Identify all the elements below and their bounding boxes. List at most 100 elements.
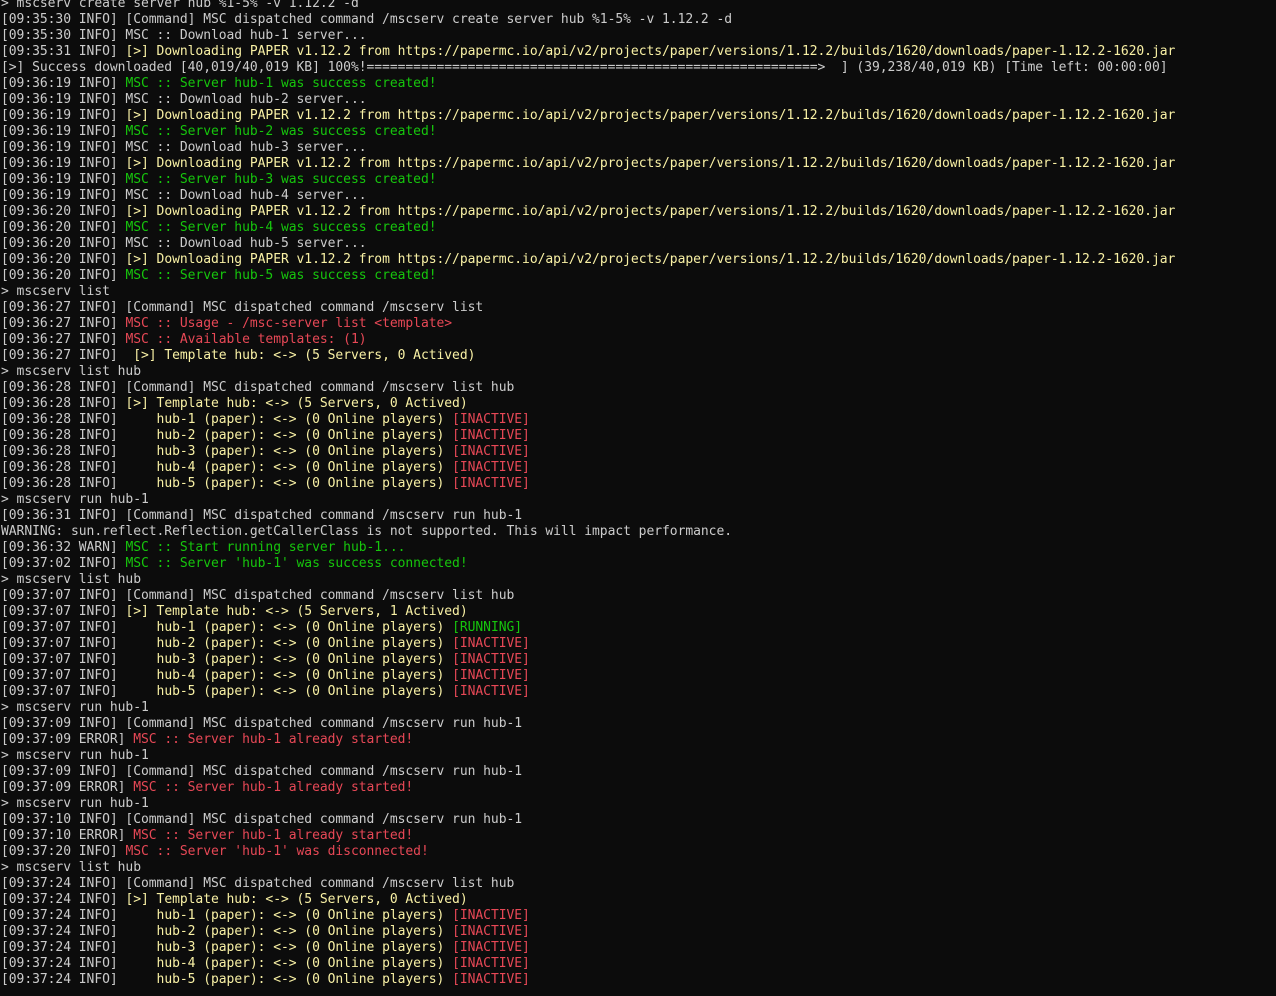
console-text: [09:37:09 ERROR] [1,780,134,795]
console-text: MSC :: Server hub-1 already started! [133,828,414,843]
console-text: hub-5 (paper): <-> (0 Online players) [156,972,453,987]
console-text: hub-3 (paper): <-> (0 Online players) [156,652,453,667]
console-text: [INACTIVE] [452,460,530,475]
console-text: MSC :: Server 'hub-1' was disconnected! [125,844,429,859]
console-text: > mscserv create server hub %1-5% -v 1.1… [1,0,359,11]
console-line: > mscserv list hub [1,364,1276,380]
console-text: [09:36:20 INFO] [1,268,126,283]
console-text: [INACTIVE] [452,668,530,683]
console-text: [>] Downloading PAPER v1.12.2 from https… [125,156,1176,171]
console-text: [INACTIVE] [452,956,530,971]
console-line: [09:36:27 INFO] [>] Template hub: <-> (5… [1,348,1276,364]
console-text: [INACTIVE] [452,476,530,491]
console-text: [09:36:31 INFO] [Command] MSC dispatched… [1,508,523,523]
console-line: [09:37:24 INFO] [>] Template hub: <-> (5… [1,892,1276,908]
console-text: [09:36:28 INFO] [1,476,157,491]
console-line: [09:37:09 INFO] [Command] MSC dispatched… [1,764,1276,780]
console-line: [09:36:19 INFO] MSC :: Server hub-1 was … [1,76,1276,92]
console-line: [09:35:30 INFO] MSC :: Download hub-1 se… [1,28,1276,44]
console-text: [09:37:02 INFO] [1,556,126,571]
console-text: [>] Success downloaded [40,019/40,019 KB… [1,60,1168,75]
console-line: [09:36:28 INFO] hub-2 (paper): <-> (0 On… [1,428,1276,444]
console-text: [INACTIVE] [452,924,530,939]
console-line: [09:37:24 INFO] hub-5 (paper): <-> (0 On… [1,972,1276,988]
console-text: > mscserv list hub [1,860,141,875]
console-text: [09:36:19 INFO] [1,172,126,187]
console-text: hub-3 (paper): <-> (0 Online players) [156,940,453,955]
console-text: [09:35:30 INFO] [Command] MSC dispatched… [1,12,733,27]
console-line: [09:37:07 INFO] hub-3 (paper): <-> (0 On… [1,652,1276,668]
console-text: MSC :: Server hub-5 was success created! [125,268,437,283]
console-line: [>] Success downloaded [40,019/40,019 KB… [1,60,1276,76]
console-text: [09:37:24 INFO] [1,908,157,923]
console-text: [09:36:28 INFO] [1,412,157,427]
console-text: [INACTIVE] [452,412,530,427]
console-line: [09:35:30 INFO] [Command] MSC dispatched… [1,12,1276,28]
console-line: [09:36:28 INFO] [Command] MSC dispatched… [1,380,1276,396]
console-text: MSC :: Server hub-4 was success created! [125,220,437,235]
console-text: [09:36:27 INFO] [1,332,126,347]
console-text: [RUNNING] [452,620,523,635]
console-text: [09:37:10 ERROR] [1,828,134,843]
console-text: [09:36:20 INFO] [1,204,126,219]
console-line: [09:37:09 ERROR] MSC :: Server hub-1 alr… [1,780,1276,796]
console-text: hub-5 (paper): <-> (0 Online players) [156,476,453,491]
console-text: > mscserv run hub-1 [1,492,149,507]
console-text: [09:37:24 INFO] [1,892,126,907]
console-text: [INACTIVE] [452,940,530,955]
console-line: [09:36:28 INFO] hub-5 (paper): <-> (0 On… [1,476,1276,492]
console-line: > mscserv create server hub %1-5% -v 1.1… [1,0,1276,12]
console-text: > mscserv run hub-1 [1,700,149,715]
console-text: hub-2 (paper): <-> (0 Online players) [156,636,453,651]
console-line: [09:37:24 INFO] hub-1 (paper): <-> (0 On… [1,908,1276,924]
console-text: [09:36:19 INFO] [1,124,126,139]
console-line: > mscserv run hub-1 [1,492,1276,508]
console-text: [>] Downloading PAPER v1.12.2 from https… [125,108,1176,123]
console-text: [09:37:09 INFO] [Command] MSC dispatched… [1,716,523,731]
console-text: [09:37:24 INFO] [1,972,157,987]
console-text: MSC :: Usage - /msc-server list <templat… [125,316,453,331]
console-text: [09:36:19 INFO] [1,156,126,171]
console-text: [09:37:07 INFO] [1,668,157,683]
console-text: [09:36:19 INFO] [1,108,126,123]
console-line: > mscserv run hub-1 [1,796,1276,812]
console-text: [09:37:24 INFO] [1,956,157,971]
console-text: [>] Downloading PAPER v1.12.2 from https… [125,204,1176,219]
console-text: hub-2 (paper): <-> (0 Online players) [156,924,453,939]
console-text: hub-4 (paper): <-> (0 Online players) [156,956,453,971]
console-text: hub-1 (paper): <-> (0 Online players) [156,620,453,635]
console-text: [09:36:27 INFO] [1,348,134,363]
console-line: [09:36:20 INFO] [>] Downloading PAPER v1… [1,252,1276,268]
console-text: [>] Downloading PAPER v1.12.2 from https… [125,252,1176,267]
console-line: [09:36:27 INFO] MSC :: Usage - /msc-serv… [1,316,1276,332]
console-output[interactable]: > mscserv create server hub %1-5% -v 1.1… [0,0,1276,996]
console-text: [INACTIVE] [452,444,530,459]
console-text: [09:36:19 INFO] MSC :: Download hub-3 se… [1,140,367,155]
console-line: [09:36:20 INFO] MSC :: Server hub-5 was … [1,268,1276,284]
console-line: [09:37:09 INFO] [Command] MSC dispatched… [1,716,1276,732]
console-text: [09:37:07 INFO] [Command] MSC dispatched… [1,588,515,603]
console-line: [09:37:24 INFO] [Command] MSC dispatched… [1,876,1276,892]
console-text: MSC :: Server hub-1 already started! [133,732,414,747]
console-text: MSC :: Start running server hub-1... [125,540,406,555]
console-line: > mscserv list hub [1,572,1276,588]
console-line: [09:37:07 INFO] hub-2 (paper): <-> (0 On… [1,636,1276,652]
console-line: [09:36:28 INFO] hub-3 (paper): <-> (0 On… [1,444,1276,460]
console-text: hub-4 (paper): <-> (0 Online players) [156,460,453,475]
console-line: [09:36:19 INFO] MSC :: Server hub-3 was … [1,172,1276,188]
console-text: [09:37:20 INFO] [1,844,126,859]
console-text: [09:36:32 WARN] [1,540,126,555]
console-text: MSC :: Server hub-3 was success created! [125,172,437,187]
console-text: [09:35:30 INFO] MSC :: Download hub-1 se… [1,28,367,43]
console-text: hub-2 (paper): <-> (0 Online players) [156,428,453,443]
console-line: [09:36:20 INFO] [>] Downloading PAPER v1… [1,204,1276,220]
console-text: [09:36:19 INFO] MSC :: Download hub-4 se… [1,188,367,203]
console-text: [09:35:31 INFO] [1,44,126,59]
console-text: MSC :: Server hub-2 was success created! [125,124,437,139]
console-text: hub-4 (paper): <-> (0 Online players) [156,668,453,683]
console-text: [09:36:28 INFO] [1,396,126,411]
console-text: [09:36:19 INFO] MSC :: Download hub-2 se… [1,92,367,107]
console-text: hub-5 (paper): <-> (0 Online players) [156,684,453,699]
console-line: [09:36:28 INFO] hub-1 (paper): <-> (0 On… [1,412,1276,428]
console-text: [09:36:27 INFO] [Command] MSC dispatched… [1,300,484,315]
